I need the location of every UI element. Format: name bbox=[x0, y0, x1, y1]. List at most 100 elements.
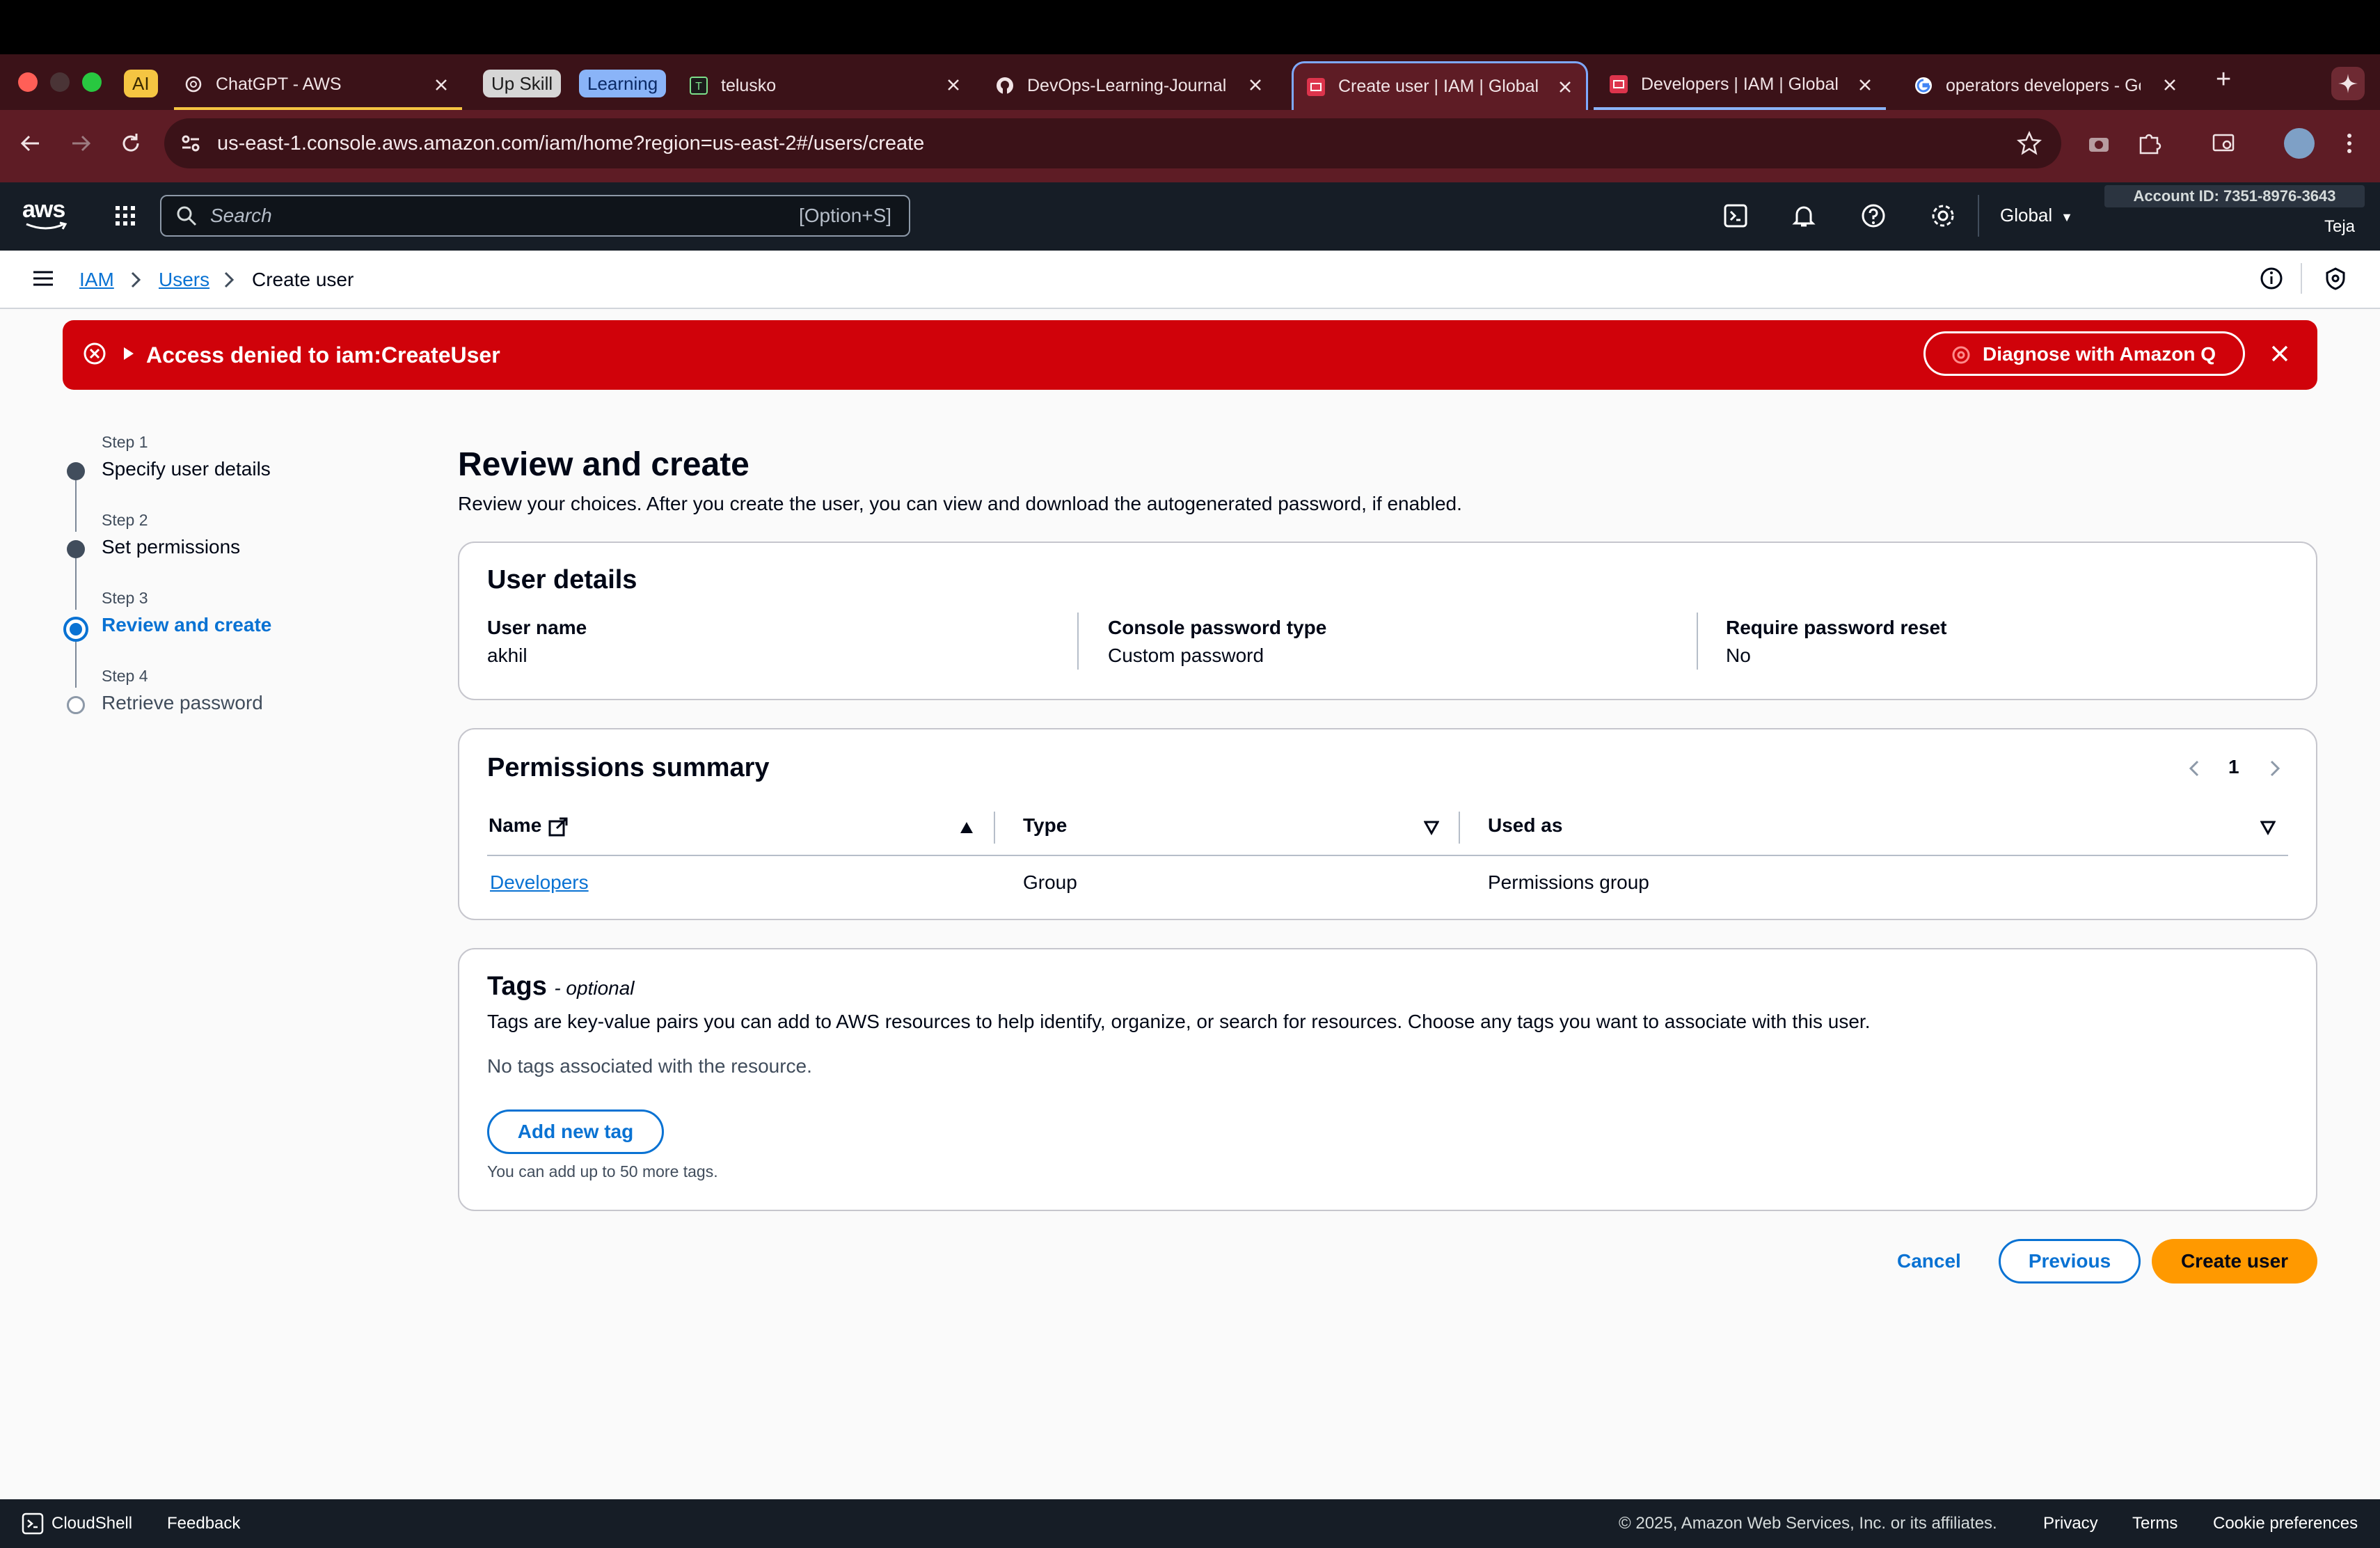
cloudshell-icon[interactable] bbox=[1722, 202, 1750, 230]
pagination-prev-icon[interactable] bbox=[2185, 757, 2205, 780]
tab-group-chip-learning[interactable]: Learning bbox=[579, 70, 667, 97]
step-2-link[interactable]: Set permissions bbox=[102, 536, 240, 558]
tags-optional-label: - optional bbox=[554, 977, 635, 999]
user-menu[interactable]: Teja bbox=[2324, 217, 2355, 237]
tab-chatgpt[interactable]: ChatGPT - AWS bbox=[174, 61, 462, 110]
telusko-icon: T bbox=[690, 77, 708, 95]
new-tab-button[interactable]: + bbox=[2216, 65, 2231, 93]
notifications-bell-icon[interactable] bbox=[1790, 202, 1818, 230]
more-vertical-icon[interactable] bbox=[2335, 129, 2363, 157]
extensions-puzzle-icon[interactable] bbox=[2135, 129, 2163, 157]
step-2-complete-dot bbox=[67, 540, 85, 558]
footer-cloudshell-link[interactable]: CloudShell bbox=[51, 1513, 132, 1534]
close-icon[interactable] bbox=[1857, 77, 1873, 93]
close-icon[interactable] bbox=[1557, 79, 1573, 95]
settings-gear-icon[interactable] bbox=[1929, 202, 1957, 230]
tab-label: Developers | IAM | Global bbox=[1641, 74, 1839, 94]
amazon-q-icon bbox=[1952, 346, 1970, 364]
cloudshell-icon bbox=[22, 1513, 44, 1535]
close-icon[interactable] bbox=[2161, 77, 2178, 93]
footer-privacy-link[interactable]: Privacy bbox=[2043, 1513, 2098, 1534]
account-id-badge[interactable]: Account ID: 7351-8976-3643 bbox=[2104, 185, 2365, 207]
breadcrumb-users[interactable]: Users bbox=[159, 267, 209, 292]
breadcrumb-iam[interactable]: IAM bbox=[79, 267, 114, 292]
region-label: Global bbox=[2000, 205, 2053, 226]
tab-developers[interactable]: Developers | IAM | Global bbox=[1594, 61, 1886, 110]
breadcrumb-divider bbox=[2301, 263, 2302, 294]
hamburger-menu-icon[interactable] bbox=[31, 266, 56, 291]
sort-descending-icon[interactable] bbox=[1424, 820, 1439, 835]
field-key-password-type: Console password type bbox=[1108, 617, 1327, 638]
sort-descending-icon[interactable] bbox=[2260, 820, 2276, 835]
column-header-used-as[interactable]: Used as bbox=[1488, 814, 1562, 837]
tab-label: ChatGPT - AWS bbox=[216, 74, 342, 94]
screenshot-extension-icon[interactable] bbox=[2085, 129, 2113, 157]
help-icon[interactable] bbox=[1859, 202, 1887, 230]
window-close-dot[interactable] bbox=[18, 72, 38, 92]
create-user-button[interactable]: Create user bbox=[2152, 1239, 2317, 1284]
close-icon[interactable] bbox=[945, 77, 962, 93]
previous-button[interactable]: Previous bbox=[1999, 1239, 2141, 1284]
tab-group-chip-ai[interactable]: AI bbox=[124, 70, 158, 97]
window-zoom-dot[interactable] bbox=[82, 72, 102, 92]
tab-devops-journal[interactable]: DevOps-Learning-Journal bbox=[994, 61, 1276, 110]
sort-ascending-icon[interactable] bbox=[959, 820, 974, 835]
sparkle-icon bbox=[2338, 74, 2358, 93]
profile-avatar[interactable] bbox=[2284, 128, 2315, 159]
step-1-number: Step 1 bbox=[102, 433, 148, 451]
tab-telusko[interactable]: T telusko bbox=[686, 61, 974, 110]
user-details-title: User details bbox=[487, 565, 637, 594]
aws-logo[interactable]: aws bbox=[22, 196, 65, 223]
error-message: Access denied to iam:CreateUser bbox=[146, 342, 500, 368]
add-new-tag-button[interactable]: Add new tag bbox=[487, 1109, 664, 1154]
reload-icon[interactable] bbox=[117, 129, 145, 157]
tab-google-search[interactable]: operators developers - Go bbox=[1905, 61, 2191, 110]
footer-cookie-preferences-link[interactable]: Cookie preferences bbox=[2213, 1513, 2358, 1534]
tags-title: Tags bbox=[487, 972, 547, 1001]
url-text[interactable]: us-east-1.console.aws.amazon.com/iam/hom… bbox=[217, 129, 924, 157]
column-header-label: Type bbox=[1023, 814, 1068, 836]
back-arrow-icon[interactable] bbox=[17, 129, 45, 157]
info-icon[interactable] bbox=[2259, 266, 2284, 291]
close-icon[interactable] bbox=[433, 77, 450, 93]
pagination-current-page[interactable]: 1 bbox=[2228, 756, 2239, 778]
tab-group-chip-upskill[interactable]: Up Skill bbox=[483, 70, 562, 97]
window-minimize-dot[interactable] bbox=[50, 72, 70, 92]
column-header-label: Name bbox=[489, 814, 542, 836]
cancel-button[interactable]: Cancel bbox=[1897, 1249, 1961, 1274]
step-3-current: Review and create bbox=[102, 614, 272, 635]
footer-feedback-link[interactable]: Feedback bbox=[167, 1513, 240, 1534]
gemini-button[interactable] bbox=[2331, 67, 2365, 100]
region-selector[interactable]: Global ▼ bbox=[2000, 205, 2073, 226]
footer-terms-link[interactable]: Terms bbox=[2132, 1513, 2177, 1534]
page-description: Review your choices. After you create th… bbox=[458, 493, 1462, 514]
field-value-password-reset: No bbox=[1726, 645, 1751, 666]
diagnose-amazon-q-button[interactable]: Diagnose with Amazon Q bbox=[1923, 331, 2245, 376]
external-link-icon[interactable] bbox=[547, 816, 569, 838]
group-link-developers[interactable]: Developers bbox=[490, 871, 589, 894]
pagination-next-icon[interactable] bbox=[2264, 757, 2284, 780]
bookmark-star-icon[interactable] bbox=[2015, 129, 2043, 157]
table-cell-used-as: Permissions group bbox=[1488, 871, 1649, 893]
close-icon[interactable] bbox=[1247, 77, 1264, 93]
column-header-type[interactable]: Type bbox=[1023, 814, 1067, 837]
security-shield-icon[interactable] bbox=[2323, 266, 2348, 291]
aws-iam-icon bbox=[1610, 75, 1628, 93]
tab-create-user[interactable]: Create user | IAM | Global bbox=[1292, 61, 1588, 110]
console-search-input[interactable] bbox=[160, 195, 910, 237]
site-settings-icon[interactable] bbox=[177, 129, 205, 157]
services-grid-icon[interactable] bbox=[111, 202, 139, 230]
tags-card bbox=[458, 948, 2317, 1211]
step-1-link[interactable]: Specify user details bbox=[102, 458, 271, 480]
expand-caret-icon[interactable] bbox=[120, 345, 136, 362]
tab-search-icon[interactable] bbox=[2210, 129, 2238, 157]
column-header-name[interactable]: Name bbox=[489, 814, 541, 837]
column-divider bbox=[1697, 613, 1698, 670]
forward-arrow-icon[interactable] bbox=[67, 129, 95, 157]
dismiss-close-icon[interactable] bbox=[2267, 341, 2292, 366]
header-divider bbox=[1978, 195, 1979, 237]
table-cell-type: Group bbox=[1023, 871, 1077, 893]
field-key-password-reset: Require password reset bbox=[1726, 617, 1947, 638]
tab-label: telusko bbox=[721, 75, 777, 95]
page-title: Review and create bbox=[458, 446, 749, 483]
